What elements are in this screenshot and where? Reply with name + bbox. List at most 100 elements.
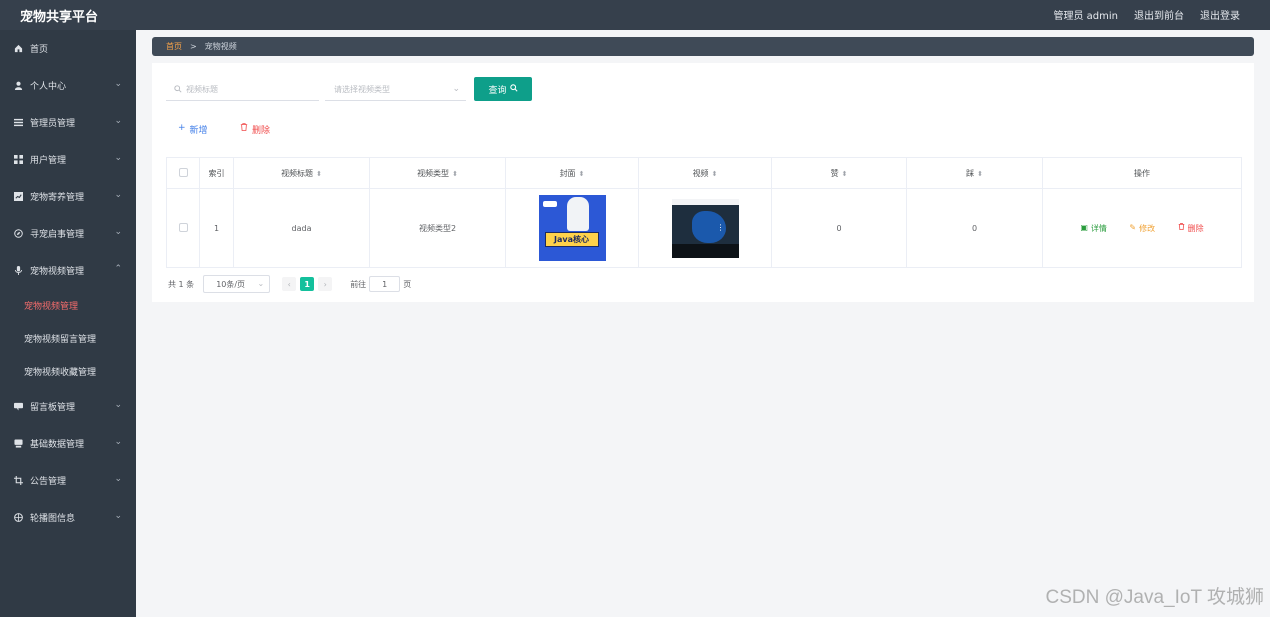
pagination: 共 1 条 10条/页 ⌄ ‹ 1 › 前往 1 页 (168, 275, 411, 293)
more-options-icon[interactable]: ⋮ (717, 223, 725, 232)
sidebar-item-notice[interactable]: 公告管理 ⌄ (0, 462, 136, 499)
cell-type: 视频类型2 (369, 188, 506, 268)
column-header-likes[interactable]: 赞 ⬍ (771, 157, 907, 189)
sidebar-subitem-video-favorites[interactable]: 宠物视频收藏管理 (0, 355, 136, 388)
sidebar-subitem-video-manage[interactable]: 宠物视频管理 (0, 289, 136, 322)
sidebar-item-label: 寻宠启事管理 (30, 230, 85, 240)
query-button-label: 查询 (488, 85, 507, 96)
chevron-right-icon: › (323, 279, 327, 289)
sort-icon[interactable]: ⬍ (977, 170, 983, 178)
row-delete-button[interactable]: 删除 (1178, 222, 1204, 234)
chevron-down-icon: ⌄ (114, 116, 122, 126)
cell-video: ⋮ (638, 188, 772, 268)
page-size-value: 10条/页 (216, 279, 246, 289)
sidebar-item-label: 用户管理 (30, 156, 67, 166)
breadcrumb-home[interactable]: 首页 (166, 41, 182, 52)
menu-icon (13, 118, 23, 128)
page-suffix-label: 页 (403, 279, 412, 289)
sidebar-item-profile[interactable]: 个人中心 ⌄ (0, 67, 136, 104)
sidebar-item-lost-pets[interactable]: 寻宠启事管理 ⌄ (0, 215, 136, 252)
sort-icon[interactable]: ⬍ (452, 170, 458, 178)
sidebar-item-label: 宠物寄养管理 (30, 193, 85, 203)
compass-icon (13, 229, 23, 239)
cover-banner-text: Java核心 (544, 232, 599, 247)
column-header-title[interactable]: 视频标题 ⬍ (233, 157, 370, 189)
current-page-button[interactable]: 1 (300, 277, 315, 291)
select-all-cell (166, 157, 200, 189)
cover-thumbnail[interactable]: Java核心 (538, 195, 606, 261)
column-header-type[interactable]: 视频类型 ⬍ (369, 157, 506, 189)
main-panel: 视频标题 请选择视频类型 ⌄ 查询 + 新增 删除 索引 视频标题 ⬍ 视频类型 ⬍ (152, 63, 1254, 302)
goto-label: 前往 (350, 279, 367, 289)
sort-icon[interactable]: ⬍ (712, 170, 718, 178)
query-button[interactable]: 查询 (474, 77, 532, 101)
page-size-select[interactable]: 10条/页 ⌄ (203, 275, 271, 293)
sort-icon[interactable]: ⬍ (579, 170, 585, 178)
sidebar-item-pet-video[interactable]: 宠物视频管理 ⌃ (0, 252, 136, 289)
column-header-cover[interactable]: 封面 ⬍ (505, 157, 639, 189)
breadcrumb-current: 宠物视频 (204, 42, 237, 51)
breadcrumb-separator: > (190, 42, 197, 51)
sidebar-item-foster[interactable]: 宠物寄养管理 ⌄ (0, 178, 136, 215)
chevron-down-icon: ⌄ (114, 79, 122, 89)
video-title-search-input[interactable]: 视频标题 (166, 79, 319, 101)
table-header-row: 索引 视频标题 ⬍ 视频类型 ⬍ 封面 ⬍ 视频 ⬍ 赞 ⬍ 踩 ⬍ 操作 (166, 157, 1242, 189)
pagination-total: 共 1 条 (168, 279, 195, 289)
chevron-down-icon: ⌄ (452, 84, 460, 94)
column-header-video[interactable]: 视频 ⬍ (638, 157, 772, 189)
sidebar-item-users[interactable]: 用户管理 ⌄ (0, 141, 136, 178)
cover-figure (566, 197, 589, 231)
globe-icon (13, 513, 23, 523)
detail-button[interactable]: ▣ 详情 (1080, 223, 1107, 234)
row-checkbox[interactable] (178, 222, 188, 232)
sidebar-item-message-board[interactable]: 留言板管理 ⌄ (0, 388, 136, 425)
batch-delete-button[interactable]: 删除 (240, 123, 270, 136)
cell-likes: 0 (771, 188, 907, 268)
video-thumbnail[interactable]: ⋮ (671, 198, 739, 258)
video-table: 索引 视频标题 ⬍ 视频类型 ⬍ 封面 ⬍ 视频 ⬍ 赞 ⬍ 踩 ⬍ 操作 1 dada 视… (166, 157, 1242, 268)
database-icon (13, 439, 23, 449)
sidebar-item-home[interactable]: 首页 (0, 30, 136, 67)
back-to-front-link[interactable]: 退出到前台 (1134, 7, 1184, 22)
detail-icon: ▣ (1080, 222, 1088, 232)
chevron-down-icon: ⌄ (114, 153, 122, 163)
prev-page-button[interactable]: ‹ (282, 277, 297, 291)
column-header-index: 索引 (199, 157, 234, 189)
sidebar-item-label: 留言板管理 (30, 403, 76, 413)
cell-actions: ▣ 详情 ✎ 修改 删除 (1042, 188, 1242, 268)
sidebar-subitem-video-comments[interactable]: 宠物视频留言管理 (0, 322, 136, 355)
logout-link[interactable]: 退出登录 (1200, 7, 1240, 22)
chevron-down-icon: ⌄ (114, 511, 122, 521)
mic-icon (13, 266, 23, 276)
chevron-up-icon: ⌃ (114, 264, 122, 274)
select-all-checkbox[interactable] (178, 167, 188, 177)
trash-icon (1178, 222, 1185, 234)
add-button[interactable]: + 新增 (178, 123, 208, 136)
sidebar-item-label: 管理员管理 (30, 119, 76, 129)
video-type-select[interactable]: 请选择视频类型 ⌄ (325, 79, 466, 101)
chevron-left-icon: ‹ (287, 279, 291, 289)
sidebar-item-base-data[interactable]: 基础数据管理 ⌄ (0, 425, 136, 462)
comment-icon (13, 402, 23, 412)
column-header-dislikes[interactable]: 踩 ⬍ (906, 157, 1043, 189)
admin-user-label[interactable]: 管理员 admin (1053, 7, 1118, 22)
video-control-bar (671, 243, 739, 258)
trash-icon (240, 123, 248, 136)
top-right-links: 管理员 admin 退出到前台 退出登录 (1053, 7, 1240, 22)
goto-page-input[interactable]: 1 (369, 276, 401, 292)
add-button-label: 新增 (189, 126, 208, 136)
chevron-down-icon: ⌄ (257, 279, 265, 288)
sort-icon[interactable]: ⬍ (316, 170, 322, 178)
cell-dislikes: 0 (906, 188, 1043, 268)
select-placeholder: 请选择视频类型 (334, 85, 390, 94)
sidebar-item-label: 首页 (30, 45, 49, 55)
sort-icon[interactable]: ⬍ (842, 170, 848, 178)
cell-index: 1 (199, 188, 234, 268)
sidebar-item-carousel[interactable]: 轮播图信息 ⌄ (0, 499, 136, 536)
cell-title: dada (233, 188, 370, 268)
next-page-button[interactable]: › (318, 277, 333, 291)
sidebar-item-admin[interactable]: 管理员管理 ⌄ (0, 104, 136, 141)
sidebar-item-label: 轮播图信息 (30, 514, 76, 524)
user-icon (13, 81, 23, 91)
edit-button[interactable]: ✎ 修改 (1129, 223, 1155, 234)
